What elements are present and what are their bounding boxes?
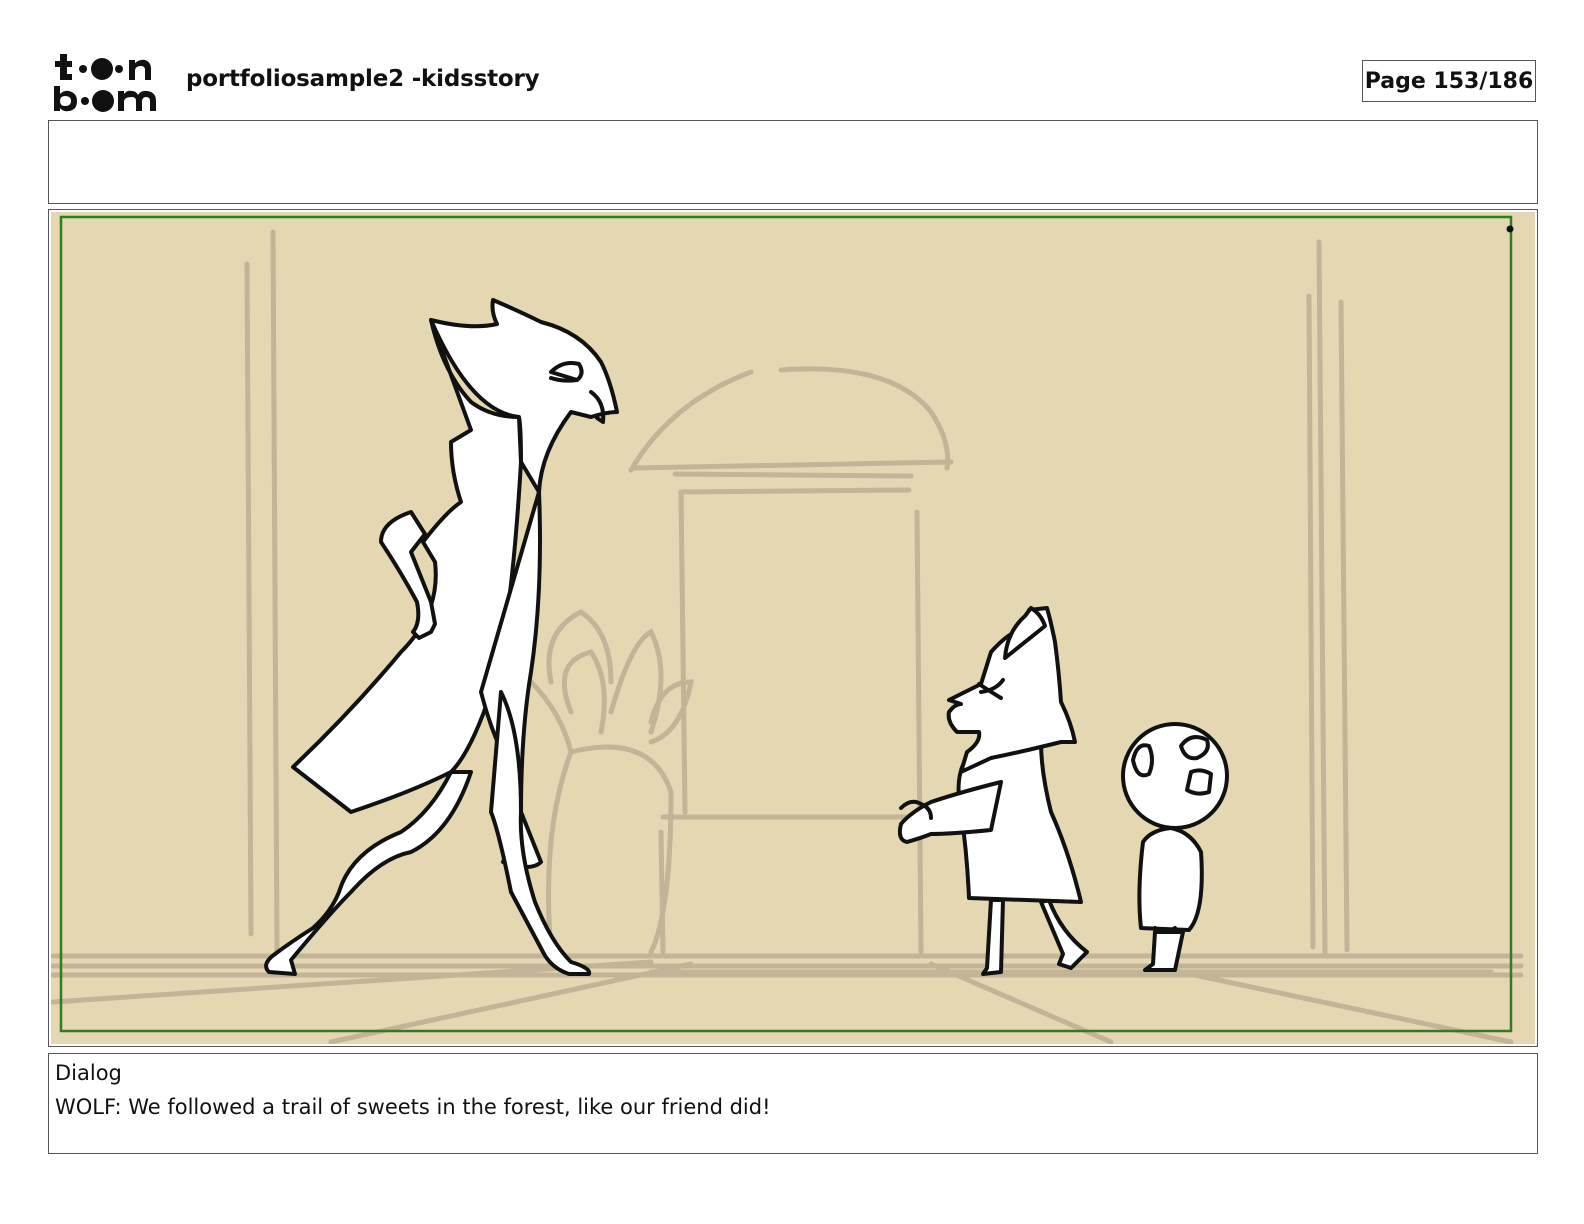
- dialog-label: Dialog: [55, 1061, 122, 1085]
- dialog-text: WOLF: We followed a trail of sweets in t…: [55, 1095, 771, 1119]
- document-title: portfoliosample2 -kidsstory: [186, 66, 540, 92]
- storyboard-panel: [48, 209, 1538, 1047]
- dialog-box: Dialog WOLF: We followed a trail of swee…: [48, 1053, 1538, 1154]
- panel-drawing: [51, 212, 1535, 1044]
- panel-notes-box: [48, 120, 1538, 204]
- page-indicator: Page 153/186: [1362, 60, 1536, 102]
- frame-corner-dot: [1506, 225, 1514, 233]
- toonboom-logo-mark: [54, 54, 156, 112]
- toonboom-logo: [52, 50, 164, 114]
